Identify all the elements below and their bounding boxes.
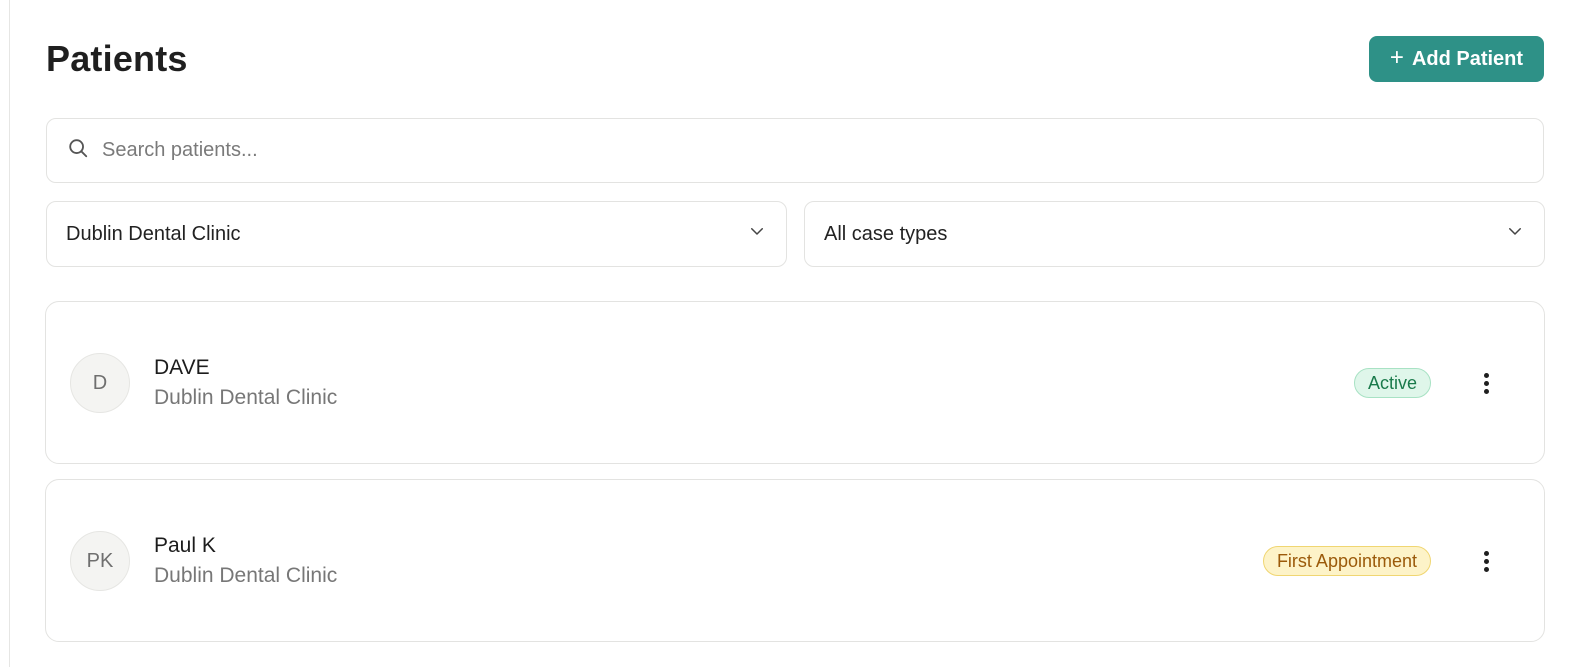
page-title: Patients [46,38,188,79]
search-bar[interactable] [46,118,1544,183]
more-options-icon[interactable] [1474,368,1498,398]
add-patient-button[interactable]: + Add Patient [1369,36,1544,82]
avatar: PK [70,531,130,591]
patient-name: DAVE [154,356,210,379]
patient-card[interactable]: PK Paul K Dublin Dental Clinic First App… [45,479,1545,642]
status-badge: First Appointment [1262,546,1431,576]
plus-icon: + [1389,44,1404,71]
sidebar-divider [9,0,10,667]
status-badge: Active [1353,368,1431,398]
search-input[interactable] [102,139,1502,162]
patient-clinic: Dublin Dental Clinic [154,386,338,409]
patient-clinic: Dublin Dental Clinic [154,564,338,587]
search-icon [67,137,89,164]
avatar: D [70,353,130,413]
clinic-filter-value: Dublin Dental Clinic [66,222,241,245]
case-type-filter-select[interactable]: All case types [804,201,1545,267]
patient-card[interactable]: D DAVE Dublin Dental Clinic Active [45,301,1545,464]
clinic-filter-select[interactable]: Dublin Dental Clinic [46,201,787,267]
chevron-down-icon [1506,222,1524,246]
add-patient-label: Add Patient [1411,47,1524,70]
case-type-filter-value: All case types [824,222,948,245]
more-options-icon[interactable] [1474,546,1498,576]
page-header: Patients + Add Patient [46,36,1544,82]
chevron-down-icon [748,222,766,246]
patient-name: Paul K [154,534,216,557]
